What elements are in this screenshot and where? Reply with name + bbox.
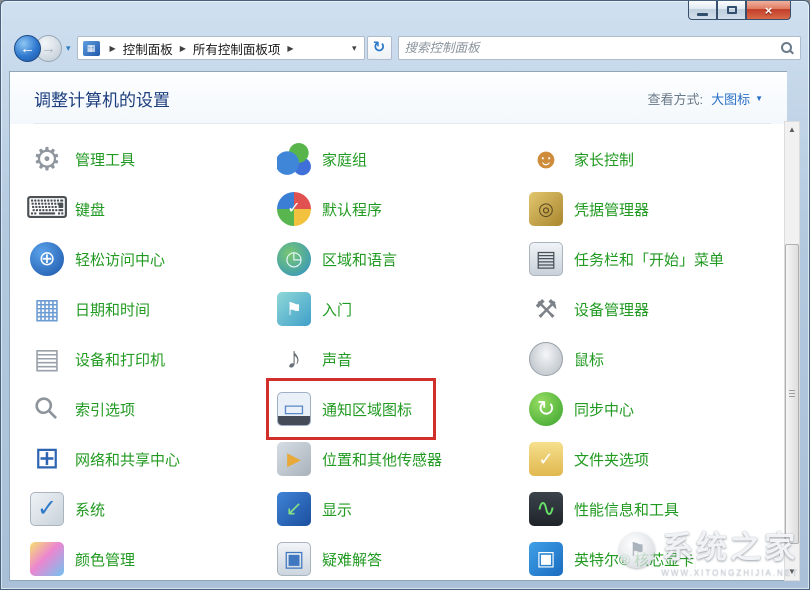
close-icon: × xyxy=(765,3,773,18)
control-panel-item[interactable]: 鼠标 xyxy=(529,334,604,384)
indexing-options-icon[interactable]: ⚲ xyxy=(30,392,64,426)
search-icon xyxy=(780,41,794,55)
scrollbar-grip-icon xyxy=(789,390,795,398)
breadcrumb-dropdown-icon[interactable]: ▾ xyxy=(349,43,360,54)
control-panel-item[interactable]: ♪ 声音 xyxy=(277,334,352,384)
parental-controls-icon[interactable]: ☻ xyxy=(529,142,563,176)
close-button[interactable]: × xyxy=(746,1,791,20)
control-panel-item[interactable]: ▣ 疑难解答 xyxy=(277,534,382,581)
scroll-down-icon[interactable]: ▼ xyxy=(785,564,799,580)
control-panel-item[interactable]: ▣ 英特尔® 核芯显卡 xyxy=(529,534,694,581)
back-arrow-icon: ← xyxy=(20,40,35,57)
admin-tools-icon[interactable]: ⚙ xyxy=(30,142,64,176)
vertical-scrollbar[interactable]: ▲ ▼ xyxy=(784,121,800,581)
control-panel-item[interactable]: ⚒ 设备管理器 xyxy=(529,284,649,334)
control-panel-item[interactable]: 颜色管理 xyxy=(30,534,135,581)
main-content: 调整计算机的设置 查看方式: 大图标 ▼ ⚙ 管理工具 ⌨ 键盘 ⊕ 轻松访问中… xyxy=(9,71,787,581)
window-controls: × xyxy=(688,1,791,20)
control-panel-item[interactable]: ↙ 显示 xyxy=(277,484,352,534)
notification-area-icons-icon[interactable]: ▭ xyxy=(277,392,311,426)
control-panel-item[interactable]: ↻ 同步中心 xyxy=(529,384,634,434)
control-panel-item[interactable]: ✓ 系统 xyxy=(30,484,105,534)
control-panel-item[interactable]: ▤ 设备和打印机 xyxy=(30,334,165,384)
control-panel-icon: ▦ xyxy=(83,41,100,56)
date-time-icon[interactable]: ▦ xyxy=(30,292,64,326)
breadcrumb[interactable]: ▦ ▶ 控制面板 ▶ 所有控制面板项 ▶ ▾ xyxy=(77,36,365,60)
getting-started-icon[interactable]: ⚑ xyxy=(277,292,311,326)
control-panel-item[interactable]: ◷ 区域和语言 xyxy=(277,234,397,284)
control-panel-item[interactable]: ⚙ 管理工具 xyxy=(30,134,135,184)
view-by-label: 查看方式: xyxy=(647,89,703,108)
control-panel-item[interactable]: ∿ 性能信息和工具 xyxy=(529,484,679,534)
location-sensors-icon[interactable]: ▶ xyxy=(277,442,311,476)
minimize-button[interactable] xyxy=(688,1,717,20)
control-panel-item[interactable]: ▦ 日期和时间 xyxy=(30,284,150,334)
content-header: 调整计算机的设置 查看方式: 大图标 ▼ xyxy=(10,72,787,124)
taskbar-start-menu-icon[interactable]: ▤ xyxy=(529,242,563,276)
sound-icon[interactable]: ♪ xyxy=(277,342,311,376)
refresh-icon: ↻ xyxy=(373,39,386,56)
view-by-link[interactable]: 大图标 xyxy=(711,89,750,108)
ease-of-access-icon[interactable]: ⊕ xyxy=(30,242,64,276)
page-title: 调整计算机的设置 xyxy=(34,86,170,111)
header-divider xyxy=(34,123,771,124)
recent-pages-dropdown[interactable]: ▾ xyxy=(66,43,71,54)
minimize-icon xyxy=(697,13,708,16)
back-button[interactable]: ← xyxy=(14,35,41,62)
refresh-button[interactable]: ↻ xyxy=(367,36,392,60)
devices-printers-icon[interactable]: ▤ xyxy=(30,342,64,376)
breadcrumb-separator-icon: ▶ xyxy=(110,44,116,53)
control-panel-item[interactable]: ⊞ 网络和共享中心 xyxy=(30,434,180,484)
control-panel-item[interactable]: 家庭组 xyxy=(277,134,367,184)
breadcrumb-separator-icon: ▶ xyxy=(180,44,186,53)
view-by-caret-icon[interactable]: ▼ xyxy=(755,94,763,103)
maximize-icon xyxy=(727,6,737,14)
folder-options-icon[interactable]: ✓ xyxy=(529,442,563,476)
default-programs-icon[interactable]: ✓ xyxy=(277,192,311,226)
maximize-button[interactable] xyxy=(717,1,746,20)
control-panel-item[interactable]: ✓ 默认程序 xyxy=(277,184,382,234)
performance-tools-icon[interactable]: ∿ xyxy=(529,492,563,526)
device-manager-icon[interactable]: ⚒ xyxy=(529,292,563,326)
region-language-icon[interactable]: ◷ xyxy=(277,242,311,276)
control-panel-item[interactable]: ◎ 凭据管理器 xyxy=(529,184,649,234)
control-panel-item[interactable]: ⚲ 索引选项 xyxy=(30,384,135,434)
control-panel-item[interactable]: ▶ 位置和其他传感器 xyxy=(277,434,442,484)
control-panel-item[interactable]: ☻ 家长控制 xyxy=(529,134,634,184)
display-icon[interactable]: ↙ xyxy=(277,492,311,526)
forward-arrow-icon: → xyxy=(41,40,56,57)
breadcrumb-item-control-panel[interactable]: 控制面板 xyxy=(123,39,173,58)
color-management-icon[interactable] xyxy=(30,542,64,576)
breadcrumb-separator-icon: ▶ xyxy=(287,44,293,53)
control-panel-item[interactable]: ✓ 文件夹选项 xyxy=(529,434,649,484)
control-panel-item[interactable]: ⊕ 轻松访问中心 xyxy=(30,234,165,284)
view-by: 查看方式: 大图标 ▼ xyxy=(647,89,763,108)
titlebar[interactable]: × xyxy=(1,1,809,31)
control-panel-item[interactable]: ⌨ 键盘 xyxy=(30,184,105,234)
items-grid: ⚙ 管理工具 ⌨ 键盘 ⊕ 轻松访问中心 ▦ 日期和时间 ▤ 设备和打印机 ⚲ … xyxy=(30,134,787,581)
keyboard-icon[interactable]: ⌨ xyxy=(30,192,64,226)
scrollbar-thumb[interactable] xyxy=(785,244,799,544)
network-sharing-icon[interactable]: ⊞ xyxy=(30,442,64,476)
control-panel-item[interactable]: ▭ 通知区域图标 xyxy=(277,384,412,434)
system-icon[interactable]: ✓ xyxy=(30,492,64,526)
control-panel-window: × ← → ▾ ▦ ▶ 控制面板 ▶ 所有控制面板项 ▶ ▾ ↻ 调整计算机的设… xyxy=(0,0,810,590)
scroll-up-icon[interactable]: ▲ xyxy=(785,122,799,138)
troubleshooting-icon[interactable]: ▣ xyxy=(277,542,311,576)
control-panel-item[interactable]: ⚑ 入门 xyxy=(277,284,352,334)
credential-manager-icon[interactable]: ◎ xyxy=(529,192,563,226)
navigation-bar: ← → ▾ ▦ ▶ 控制面板 ▶ 所有控制面板项 ▶ ▾ ↻ xyxy=(9,32,801,64)
intel-graphics-icon[interactable]: ▣ xyxy=(529,542,563,576)
search-input[interactable] xyxy=(405,41,780,55)
mouse-icon[interactable] xyxy=(529,342,563,376)
control-panel-item[interactable]: ▤ 任务栏和「开始」菜单 xyxy=(529,234,724,284)
search-box[interactable] xyxy=(398,36,801,60)
sync-center-icon[interactable]: ↻ xyxy=(529,392,563,426)
breadcrumb-item-all-items[interactable]: 所有控制面板项 xyxy=(193,39,281,58)
homegroup-icon[interactable] xyxy=(277,142,311,176)
